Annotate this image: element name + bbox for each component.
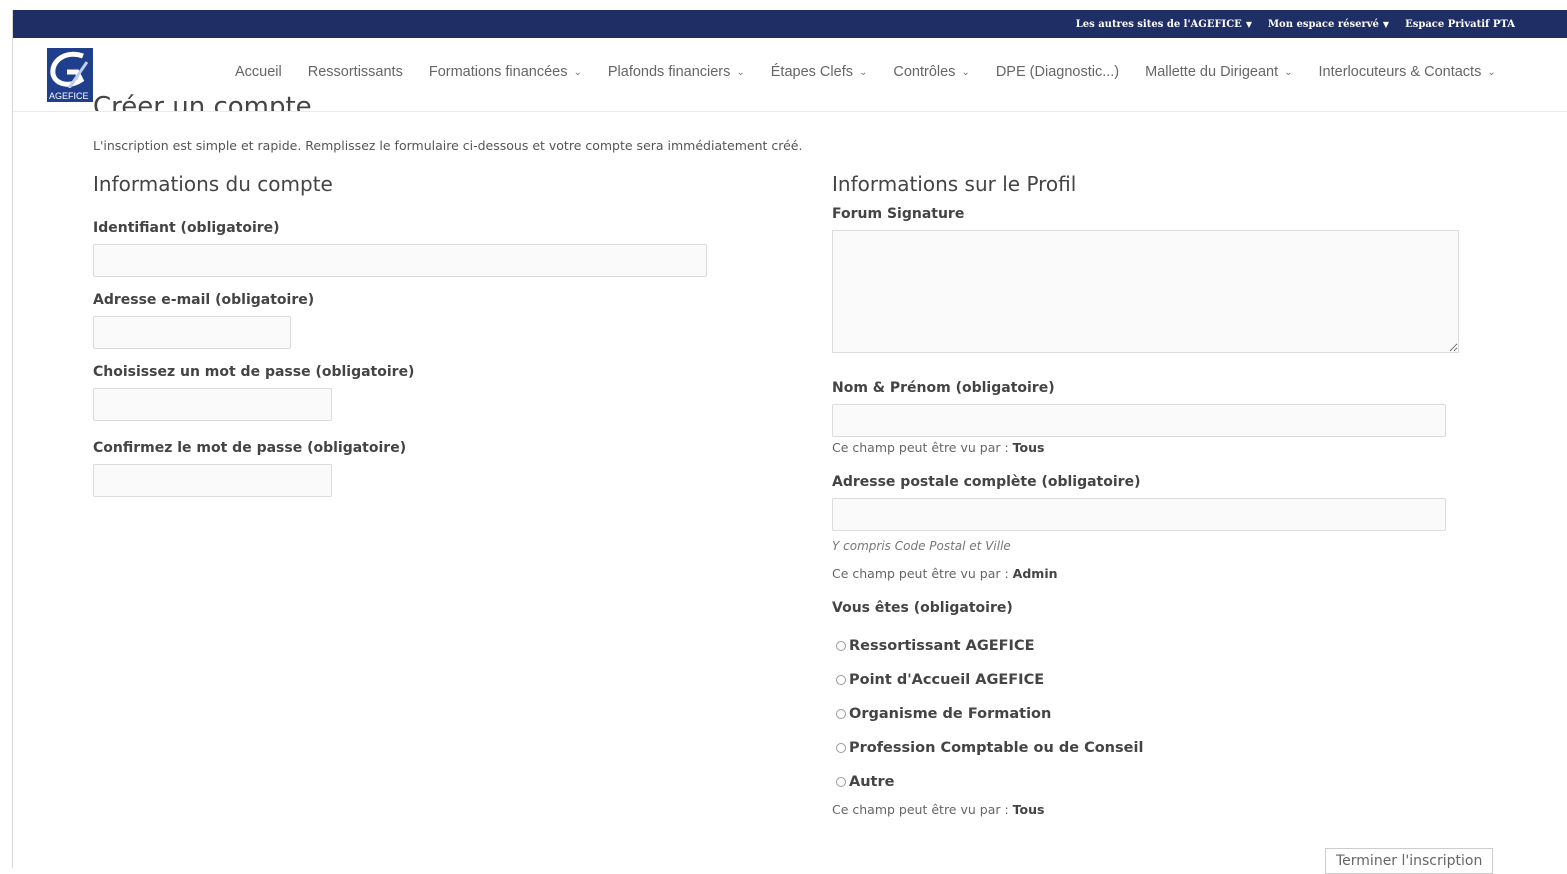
chevron-down-icon: ▼ <box>1382 19 1390 29</box>
role-option-label: Profession Comptable ou de Conseil <box>849 740 1144 756</box>
confirm-password-label: Confirmez le mot de passe (obligatoire) <box>93 440 407 456</box>
complete-registration-button[interactable]: Terminer l'inscription <box>1325 848 1494 874</box>
password-input[interactable] <box>93 388 332 421</box>
nav-label: Mallette du Dirigeant <box>1145 64 1279 80</box>
top-bar: Les autres sites de l'AGEFICE ▼ Mon espa… <box>13 10 1567 38</box>
nav-dpe[interactable]: DPE (Diagnostic...) <box>996 64 1119 80</box>
agefice-logo[interactable]: AGEFICE <box>47 48 93 102</box>
nav-interlocuteurs-contacts[interactable]: Interlocuteurs & Contacts ⌄ <box>1319 64 1496 80</box>
nav-label: Étapes Clefs <box>770 64 853 80</box>
topbar-private-space-pta[interactable]: Espace Privatif PTA <box>1405 19 1515 30</box>
topbar-other-sites-label: Les autres sites de l'AGEFICE <box>1075 18 1242 30</box>
nav-label: Plafonds financiers <box>607 64 731 80</box>
nav-label: Ressortissants <box>307 64 403 80</box>
topbar-other-sites[interactable]: Les autres sites de l'AGEFICE ▼ <box>1076 19 1252 30</box>
password-label: Choisissez un mot de passe (obligatoire) <box>93 364 415 380</box>
topbar-reserved-space-label: Mon espace réservé <box>1267 18 1379 30</box>
role-label: Vous êtes (obligatoire) <box>832 600 1013 616</box>
role-option-profession-comptable[interactable]: Profession Comptable ou de Conseil <box>836 740 1143 756</box>
forum-signature-label: Forum Signature <box>832 206 965 222</box>
role-option-label: Point d'Accueil AGEFICE <box>849 672 1045 688</box>
role-visibility: Ce champ peut être vu par : Tous <box>832 802 1044 817</box>
forum-signature-textarea[interactable] <box>832 230 1459 353</box>
profile-section-title: Informations sur le Profil <box>832 172 1077 196</box>
role-option-ressortissant[interactable]: Ressortissant AGEFICE <box>836 638 1035 654</box>
nav-ressortissants[interactable]: Ressortissants <box>308 64 403 80</box>
visibility-value: Admin <box>1012 566 1058 581</box>
chevron-down-icon: ▼ <box>1245 19 1252 29</box>
postal-address-visibility: Ce champ peut être vu par : Admin <box>832 566 1058 581</box>
confirm-password-input[interactable] <box>93 464 332 497</box>
nav-label: Contrôles <box>893 64 956 80</box>
visibility-prefix: Ce champ peut être vu par : <box>832 566 1009 581</box>
postal-address-label: Adresse postale complète (obligatoire) <box>832 474 1141 490</box>
chevron-down-icon: ⌄ <box>1487 66 1496 78</box>
chevron-down-icon: ⌄ <box>736 66 745 78</box>
page-title-wrapper: Créer un compte <box>93 88 493 111</box>
topbar-private-space-label: Espace Privatif PTA <box>1405 18 1515 30</box>
page-left-border <box>12 10 13 868</box>
radio-button[interactable] <box>836 743 846 753</box>
nav-formations-financees[interactable]: Formations financées ⌄ <box>429 64 582 80</box>
full-name-visibility: Ce champ peut être vu par : Tous <box>832 440 1044 455</box>
radio-button[interactable] <box>836 675 846 685</box>
account-section-title: Informations du compte <box>93 172 333 196</box>
radio-button[interactable] <box>836 641 846 651</box>
visibility-value: Tous <box>1012 802 1045 817</box>
registration-intro: L'inscription est simple et rapide. Remp… <box>93 138 803 153</box>
role-option-label: Organisme de Formation <box>849 706 1052 722</box>
nav-label: DPE (Diagnostic...) <box>995 64 1120 80</box>
role-option-autre[interactable]: Autre <box>836 774 894 790</box>
nav-plafonds-financiers[interactable]: Plafonds financiers ⌄ <box>608 64 745 80</box>
username-input[interactable] <box>93 244 707 277</box>
full-name-input[interactable] <box>832 404 1446 437</box>
nav-label: Accueil <box>235 64 282 80</box>
chevron-down-icon: ⌄ <box>961 66 970 78</box>
role-option-label: Ressortissant AGEFICE <box>849 638 1035 654</box>
nav-controles[interactable]: Contrôles ⌄ <box>893 64 969 80</box>
visibility-prefix: Ce champ peut être vu par : <box>832 440 1009 455</box>
nav-label: Formations financées <box>428 64 568 80</box>
role-option-label: Autre <box>849 774 895 790</box>
chevron-down-icon: ⌄ <box>1284 66 1293 78</box>
role-option-organisme-formation[interactable]: Organisme de Formation <box>836 706 1051 722</box>
nav-etapes-clefs[interactable]: Étapes Clefs ⌄ <box>771 64 868 80</box>
postal-address-input[interactable] <box>832 498 1446 531</box>
logo-wordmark: AGEFICE <box>49 91 89 101</box>
username-label: Identifiant (obligatoire) <box>93 220 280 236</box>
nav-label: Interlocuteurs & Contacts <box>1318 64 1482 80</box>
nav-accueil[interactable]: Accueil <box>235 64 282 80</box>
radio-button[interactable] <box>836 777 846 787</box>
topbar-reserved-space[interactable]: Mon espace réservé ▼ <box>1268 19 1389 30</box>
chevron-down-icon: ⌄ <box>858 66 868 78</box>
nav-mallette-dirigeant[interactable]: Mallette du Dirigeant ⌄ <box>1145 64 1292 80</box>
role-option-point-accueil[interactable]: Point d'Accueil AGEFICE <box>836 672 1044 688</box>
page-title: Créer un compte <box>93 92 312 111</box>
chevron-down-icon: ⌄ <box>573 66 582 78</box>
email-input[interactable] <box>93 316 291 349</box>
postal-address-hint: Y compris Code Postal et Ville <box>832 539 1011 553</box>
radio-button[interactable] <box>836 709 846 719</box>
visibility-prefix: Ce champ peut être vu par : <box>832 802 1009 817</box>
email-label: Adresse e-mail (obligatoire) <box>93 292 315 308</box>
main-nav: Accueil Ressortissants Formations financ… <box>235 64 1522 80</box>
visibility-value: Tous <box>1012 440 1045 455</box>
full-name-label: Nom & Prénom (obligatoire) <box>832 380 1055 396</box>
